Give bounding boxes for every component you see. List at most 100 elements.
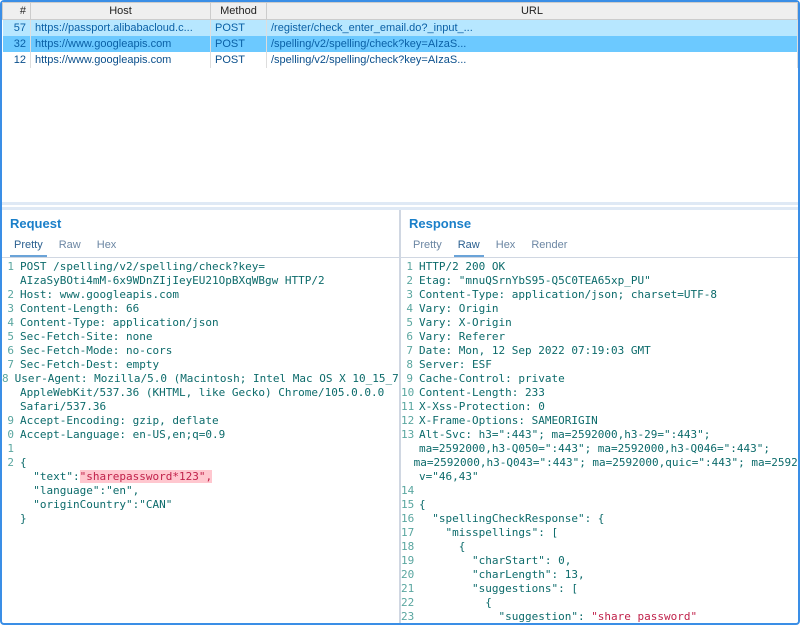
line-number: 6: [401, 330, 419, 344]
line-number: [401, 442, 419, 456]
code-line: 20 "charLength": 13,: [401, 568, 798, 582]
code-line: 9Accept-Encoding: gzip, deflate: [2, 414, 399, 428]
line-number: 6: [2, 344, 20, 358]
cell-num: 57: [3, 20, 31, 37]
line-content: Accept-Encoding: gzip, deflate: [20, 414, 399, 428]
line-content: Vary: Referer: [419, 330, 798, 344]
highlighted-text: "sharepassword*123",: [80, 470, 212, 483]
line-content: Cache-Control: private: [419, 372, 798, 386]
line-content: Accept-Language: en-US,en;q=0.9: [20, 428, 399, 442]
col-num[interactable]: #: [3, 3, 31, 20]
response-body[interactable]: 1HTTP/2 200 OK2Etag: "mnuQSrnYbS95-Q5C0T…: [401, 258, 798, 623]
line-number: 8: [2, 372, 15, 386]
code-line: 3Content-Type: application/json; charset…: [401, 288, 798, 302]
code-line: AppleWebKit/537.36 (KHTML, like Gecko) C…: [2, 386, 399, 400]
line-content: }: [20, 512, 399, 526]
line-content: Date: Mon, 12 Sep 2022 07:19:03 GMT: [419, 344, 798, 358]
cell-url: /spelling/v2/spelling/check?key=AIzaS...: [267, 36, 798, 52]
line-content: Etag: "mnuQSrnYbS95-Q5C0TEA65xp_PU": [419, 274, 798, 288]
code-line: 1POST /spelling/v2/spelling/check?key=: [2, 260, 399, 274]
cell-url: /spelling/v2/spelling/check?key=AIzaS...: [267, 52, 798, 68]
line-number: 18: [401, 540, 419, 554]
code-line: 16 "spellingCheckResponse": {: [401, 512, 798, 526]
line-content: Vary: X-Origin: [419, 316, 798, 330]
table-row[interactable]: 12https://www.googleapis.comPOST/spellin…: [3, 52, 798, 68]
line-content: ma=2592000,h3-Q050=":443"; ma=2592000,h3…: [419, 442, 798, 456]
col-method[interactable]: Method: [211, 3, 267, 20]
cell-method: POST: [211, 52, 267, 68]
transactions-table[interactable]: # Host Method URL 57https://passport.ali…: [2, 2, 798, 68]
line-number: 9: [401, 372, 419, 386]
line-number: [401, 456, 414, 470]
line-content: Content-Length: 233: [419, 386, 798, 400]
line-number: 14: [401, 484, 419, 498]
line-content: User-Agent: Mozilla/5.0 (Macintosh; Inte…: [15, 372, 399, 386]
code-line: 5Vary: X-Origin: [401, 316, 798, 330]
line-content: ma=2592000,h3-Q043=":443"; ma=2592000,qu…: [414, 456, 798, 470]
cell-num: 12: [3, 52, 31, 68]
horizontal-divider[interactable]: [2, 202, 798, 210]
code-line: Safari/537.36: [2, 400, 399, 414]
line-number: 5: [401, 316, 419, 330]
line-number: 16: [401, 512, 419, 526]
tab-pretty[interactable]: Pretty: [10, 237, 47, 257]
code-line: 0Accept-Language: en-US,en;q=0.9: [2, 428, 399, 442]
tab-raw[interactable]: Raw: [55, 237, 85, 257]
table-row[interactable]: 32https://www.googleapis.comPOST/spellin…: [3, 36, 798, 52]
code-line: ma=2592000,h3-Q050=":443"; ma=2592000,h3…: [401, 442, 798, 456]
line-number: 4: [401, 302, 419, 316]
line-number: 21: [401, 582, 419, 596]
response-tabs: Pretty Raw Hex Render: [401, 237, 798, 258]
cell-host: https://www.googleapis.com: [31, 36, 211, 52]
code-line: AIzaSyBOti4mM-6x9WDnZIjIeyEU21OpBXqWBgw …: [2, 274, 399, 288]
col-host[interactable]: Host: [31, 3, 211, 20]
cell-host: https://www.googleapis.com: [31, 52, 211, 68]
line-number: 9: [2, 414, 20, 428]
code-line: 7Date: Mon, 12 Sep 2022 07:19:03 GMT: [401, 344, 798, 358]
code-line: 17 "misspellings": [: [401, 526, 798, 540]
line-content: Sec-Fetch-Mode: no-cors: [20, 344, 399, 358]
code-line: 23 "suggestion": "share password": [401, 610, 798, 623]
code-line: ma=2592000,h3-Q043=":443"; ma=2592000,qu…: [401, 456, 798, 470]
line-number: 11: [401, 400, 419, 414]
request-tabs: Pretty Raw Hex: [2, 237, 399, 258]
tab-pretty[interactable]: Pretty: [409, 237, 446, 257]
line-number: [2, 470, 20, 484]
transactions-table-panel: # Host Method URL 57https://passport.ali…: [2, 2, 798, 202]
code-line: 22 {: [401, 596, 798, 610]
tab-hex[interactable]: Hex: [93, 237, 121, 257]
tab-render[interactable]: Render: [527, 237, 571, 257]
cell-num: 32: [3, 36, 31, 52]
col-url[interactable]: URL: [267, 3, 798, 20]
code-line: "language":"en",: [2, 484, 399, 498]
code-line: 3Content-Length: 66: [2, 302, 399, 316]
line-content: Alt-Svc: h3=":443"; ma=2592000,h3-29=":4…: [419, 428, 798, 442]
line-number: 7: [2, 358, 20, 372]
line-number: 10: [401, 386, 419, 400]
line-content: Content-Type: application/json; charset=…: [419, 288, 798, 302]
tab-raw[interactable]: Raw: [454, 237, 484, 257]
line-number: 4: [2, 316, 20, 330]
line-number: 3: [401, 288, 419, 302]
line-content: v="46,43": [419, 470, 798, 484]
line-number: 1: [401, 260, 419, 274]
code-line: 12X-Frame-Options: SAMEORIGIN: [401, 414, 798, 428]
line-content: "spellingCheckResponse": {: [419, 512, 798, 526]
code-line: 4Content-Type: application/json: [2, 316, 399, 330]
code-line: 1HTTP/2 200 OK: [401, 260, 798, 274]
tab-hex[interactable]: Hex: [492, 237, 520, 257]
line-content: {: [20, 456, 399, 470]
line-content: POST /spelling/v2/spelling/check?key=: [20, 260, 399, 274]
line-content: Sec-Fetch-Site: none: [20, 330, 399, 344]
line-content: "text":"sharepassword*123",: [20, 470, 399, 484]
table-row[interactable]: 57https://passport.alibabacloud.c...POST…: [3, 20, 798, 37]
request-pane: Request PrettyRawHex 1POST /spelling/v2/…: [2, 210, 401, 623]
code-line: "text":"sharepassword*123",: [2, 470, 399, 484]
line-number: [2, 274, 20, 288]
line-content: [20, 442, 399, 456]
code-line: 10Content-Length: 233: [401, 386, 798, 400]
request-body[interactable]: 1POST /spelling/v2/spelling/check?key= A…: [2, 258, 399, 623]
line-number: [401, 470, 419, 484]
line-number: 17: [401, 526, 419, 540]
line-number: 2: [2, 456, 20, 470]
